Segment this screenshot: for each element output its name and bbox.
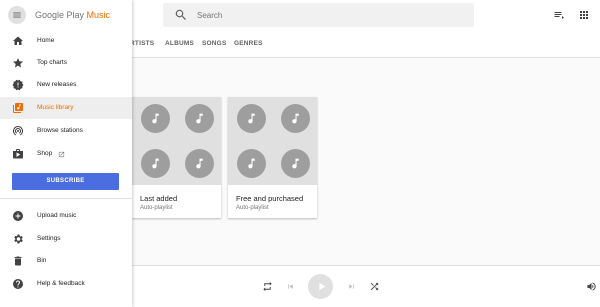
sidebar-item-label: Top charts [37, 59, 67, 66]
drawer-header: Google Play Music [0, 0, 132, 30]
sidebar-item-browse-stations[interactable]: Browse stations [0, 120, 132, 142]
sidebar-item-label: Browse stations [37, 127, 83, 134]
tab-songs[interactable]: SONGS [202, 40, 226, 47]
music-note-icon [185, 149, 214, 178]
playlist-art [132, 97, 221, 185]
app-logo[interactable]: Google Play Music [35, 10, 110, 20]
logo-suffix: Music [86, 10, 111, 20]
playlist-title: Last added [140, 194, 178, 203]
logo-prefix: Google Play [35, 10, 85, 20]
tab-albums[interactable]: ALBUMS [165, 40, 194, 47]
music-note-icon [281, 104, 310, 133]
tab-artists[interactable]: RTISTS [130, 40, 154, 47]
sidebar-item-label: Settings [37, 235, 61, 242]
music-note-icon [237, 104, 266, 133]
sidebar-item-settings[interactable]: Settings [0, 228, 132, 250]
queue-icon[interactable] [553, 9, 565, 21]
subscribe-button[interactable]: SUBSCRIBE [12, 173, 119, 190]
playlist-subtitle: Auto-playlist [236, 205, 269, 211]
playlist-title: Free and purchased [236, 194, 304, 203]
sidebar-item-label: Upload music [37, 212, 77, 219]
music-note-icon [281, 149, 310, 178]
gear-icon [14, 234, 23, 244]
music-note-icon [237, 149, 266, 178]
sidebar-item-label: Help & feedback [37, 280, 85, 287]
playlist-art [228, 97, 317, 185]
sidebar-item-bin[interactable]: Bin [0, 250, 132, 272]
shop-icon [13, 149, 23, 159]
apps-grid-icon[interactable] [578, 9, 590, 21]
playlist-card-last-added[interactable]: Last added Auto-playlist [132, 97, 221, 218]
home-icon [13, 36, 23, 45]
help-icon [13, 279, 23, 289]
search-box[interactable] [163, 3, 474, 27]
sidebar-item-label: New releases [37, 81, 77, 88]
external-link-icon [58, 151, 65, 158]
search-input[interactable] [197, 3, 467, 27]
volume-icon[interactable] [586, 281, 597, 292]
star-icon [13, 58, 23, 68]
new-releases-icon [12, 79, 24, 91]
music-note-icon [185, 104, 214, 133]
sidebar-item-label: Shop [37, 150, 53, 157]
sidebar-item-label: Bin [37, 257, 47, 264]
music-note-icon [141, 149, 170, 178]
sidebar-item-help-feedback[interactable]: Help & feedback [0, 273, 132, 295]
shuffle-icon[interactable] [369, 281, 380, 292]
sidebar-item-music-library[interactable]: Music library [0, 97, 132, 119]
playlist-subtitle: Auto-playlist [140, 205, 173, 211]
next-icon[interactable] [347, 282, 356, 291]
play-button[interactable] [308, 274, 333, 299]
sidebar-item-label: Music library [37, 104, 74, 111]
navigation-drawer: Google Play Music Home Top charts New re… [0, 0, 132, 307]
sidebar-item-top-charts[interactable]: Top charts [0, 52, 132, 74]
upload-icon [13, 211, 23, 221]
drawer-divider [0, 198, 132, 199]
previous-icon[interactable] [286, 282, 295, 291]
sidebar-item-new-releases[interactable]: New releases [0, 74, 132, 96]
music-library-icon [13, 103, 23, 113]
search-icon [175, 9, 186, 20]
trash-icon [14, 256, 22, 266]
radio-icon [12, 125, 24, 136]
music-note-icon [141, 104, 170, 133]
tab-genres[interactable]: GENRES [234, 40, 263, 47]
repeat-icon[interactable] [262, 281, 273, 292]
play-icon [319, 282, 326, 291]
hamburger-icon [13, 12, 21, 18]
sidebar-item-upload-music[interactable]: Upload music [0, 205, 132, 227]
playlist-card-free-and-purchased[interactable]: Free and purchased Auto-playlist [228, 97, 317, 218]
sidebar-item-label: Home [37, 37, 55, 44]
menu-button[interactable] [8, 6, 26, 24]
sidebar-item-shop[interactable]: Shop [0, 143, 132, 165]
sidebar-item-home[interactable]: Home [0, 30, 132, 52]
